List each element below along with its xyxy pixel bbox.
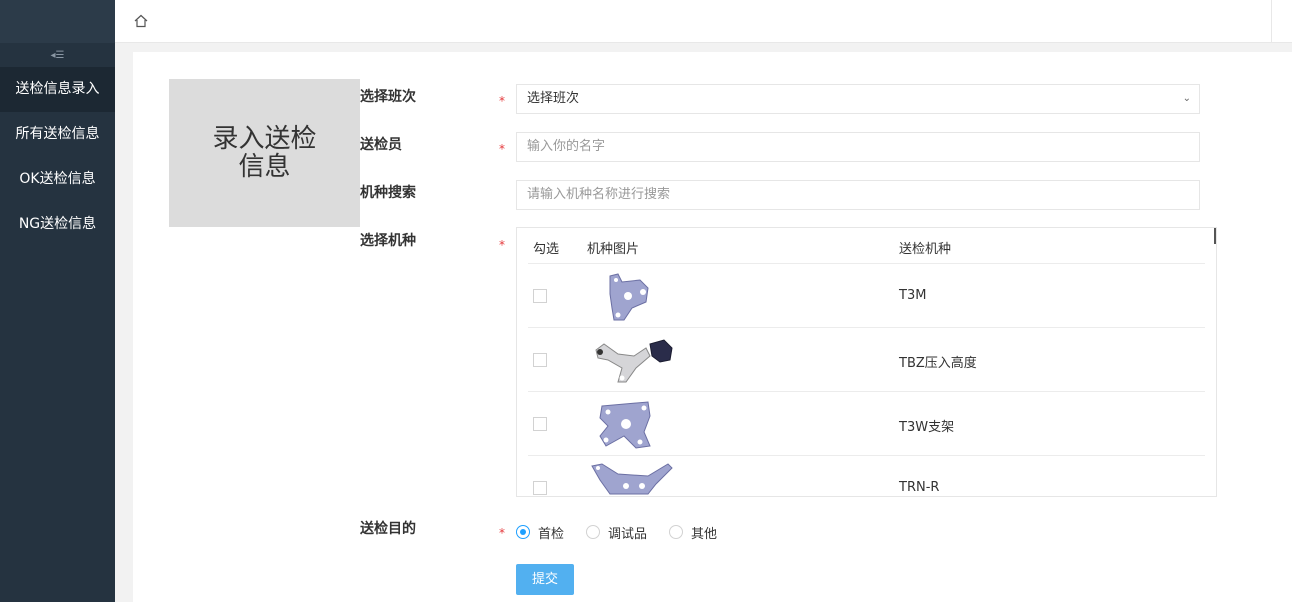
- sidebar-header: [0, 0, 115, 43]
- part-t3m-image: [609, 273, 649, 321]
- radio-other[interactable]: [669, 525, 684, 539]
- inspector-name-input[interactable]: 输入你的名字: [516, 132, 1200, 162]
- part-trn-image: [591, 463, 673, 495]
- radio-label-other[interactable]: 其他: [691, 523, 717, 542]
- model-select-required-mark: *: [499, 238, 505, 252]
- row-checkbox[interactable]: [533, 289, 547, 303]
- sidebar-item-all[interactable]: 所有送检信息: [0, 112, 115, 157]
- home-icon[interactable]: [133, 13, 149, 29]
- purpose-required-mark: *: [499, 526, 505, 540]
- model-table[interactable]: 勾选 机种图片 送检机种 T3M TBZ压入高度 T3W支架 TRN-R: [516, 227, 1217, 497]
- row-checkbox[interactable]: [533, 417, 547, 431]
- radio-trial-product[interactable]: [586, 525, 601, 539]
- table-row[interactable]: TRN-R: [528, 456, 1205, 496]
- part-t3w-image: [599, 401, 651, 449]
- sidebar-item-ok[interactable]: OK送检信息: [0, 157, 115, 202]
- shift-select[interactable]: 选择班次 ⌄: [516, 84, 1200, 114]
- part-tbz-image: [595, 339, 673, 383]
- chevron-down-icon: ⌄: [1182, 93, 1191, 104]
- sidebar-item-entry[interactable]: 送检信息录入: [0, 67, 115, 112]
- row-model-name: T3W支架: [899, 420, 955, 435]
- radio-label-trial-product[interactable]: 调试品: [608, 523, 647, 542]
- scrollbar[interactable]: [1214, 228, 1216, 244]
- row-checkbox[interactable]: [533, 353, 547, 367]
- row-model-name: TBZ压入高度: [899, 356, 977, 371]
- purpose-radio-group: 首检 调试品 其他: [516, 522, 739, 542]
- model-search-input[interactable]: 请输入机种名称进行搜索: [516, 180, 1200, 210]
- sidebar: ◂☰ 送检信息录入 所有送检信息 OK送检信息 NG送检信息: [0, 0, 115, 602]
- topbar: [115, 0, 1292, 43]
- col-header-model: 送检机种: [899, 242, 952, 257]
- radio-first-inspection[interactable]: [516, 525, 530, 539]
- model-search-label: 机种搜索: [360, 185, 416, 201]
- shift-select-value: 选择班次: [527, 91, 580, 106]
- topbar-divider: [1271, 0, 1272, 43]
- table-header: 勾选 机种图片 送检机种: [528, 228, 1205, 264]
- purpose-label: 送检目的: [360, 521, 416, 537]
- col-header-check: 勾选: [533, 242, 560, 257]
- page-cover-title: 录入送检信息: [169, 79, 360, 227]
- table-row[interactable]: T3W支架: [528, 392, 1205, 456]
- shift-label: 选择班次: [360, 89, 416, 105]
- col-header-image: 机种图片: [587, 242, 640, 257]
- inspector-required-mark: *: [499, 142, 505, 156]
- shift-required-mark: *: [499, 94, 505, 108]
- submit-button[interactable]: 提交: [516, 564, 574, 595]
- form-panel: 录入送检信息 选择班次 * 选择班次 ⌄ 送检员 * 输入你的名字 机种搜索 请…: [133, 52, 1292, 602]
- row-checkbox[interactable]: [533, 481, 547, 495]
- sidebar-item-ng[interactable]: NG送检信息: [0, 202, 115, 247]
- row-model-name: T3M: [899, 288, 927, 303]
- inspector-label: 送检员: [360, 137, 402, 153]
- table-row[interactable]: T3M: [528, 264, 1205, 328]
- table-row[interactable]: TBZ压入高度: [528, 328, 1205, 392]
- row-model-name: TRN-R: [899, 480, 940, 495]
- main-content: 录入送检信息 选择班次 * 选择班次 ⌄ 送检员 * 输入你的名字 机种搜索 请…: [115, 43, 1292, 602]
- model-select-label: 选择机种: [360, 233, 416, 249]
- collapse-menu-icon[interactable]: ◂☰: [0, 43, 115, 67]
- radio-label-first-inspection[interactable]: 首检: [538, 523, 564, 542]
